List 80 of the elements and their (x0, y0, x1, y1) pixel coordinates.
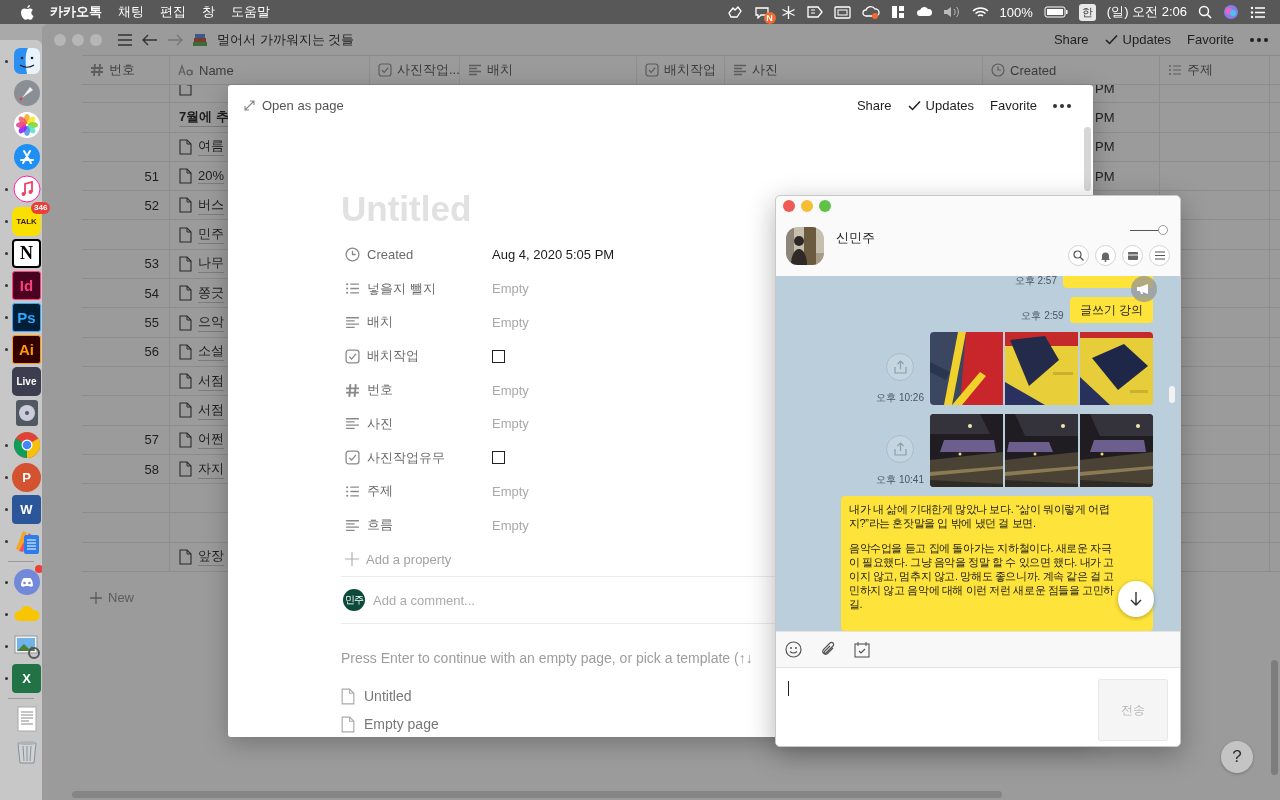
page-title[interactable]: 20% (198, 168, 225, 185)
header-action[interactable]: Favorite (1187, 32, 1234, 47)
table-cell: 54 (144, 285, 159, 301)
column-header[interactable]: 배치 (460, 56, 637, 84)
page-title[interactable]: 소설 (198, 342, 224, 362)
property-name[interactable]: 사진 (367, 414, 393, 433)
menu-item[interactable]: 편집 (160, 3, 186, 21)
input-source-indicator[interactable]: 한 (1078, 3, 1096, 21)
table-cell: 52 (144, 197, 159, 213)
property-name[interactable]: 주제 (367, 482, 393, 501)
table-cell: 57 (144, 432, 159, 448)
user-avatar: 민주 (343, 589, 365, 612)
table-cell: PM (1095, 109, 1115, 125)
page-title[interactable]: 쫑긋 (198, 283, 224, 303)
table-cell: 51 (144, 168, 159, 184)
page-title[interactable]: 으악 (198, 313, 224, 332)
page-title[interactable]: 나무 (198, 254, 224, 274)
column-header[interactable]: 사진 (725, 56, 983, 84)
message-time: 오후 2:57 (1014, 276, 1057, 288)
menu-item[interactable]: 도움말 (231, 3, 270, 21)
excel-app-tile[interactable]: X (12, 663, 41, 693)
template-option[interactable]: Empty page (341, 710, 439, 737)
page-title[interactable]: 서점 (198, 371, 224, 391)
header-action[interactable]: Share (1053, 32, 1089, 47)
column-header[interactable]: Name (170, 56, 370, 84)
header-action[interactable]: Share (856, 98, 892, 113)
message-time: 오후 10:26 (876, 391, 924, 405)
column-header[interactable]: 번호 (82, 56, 170, 84)
table-cell: 56 (144, 344, 159, 360)
indesign-app-tile[interactable]: Id (12, 270, 41, 300)
battery-percentage: 100% (999, 4, 1033, 20)
updates-button[interactable]: Updates (1104, 32, 1172, 47)
table-cell: 55 (144, 315, 159, 330)
property-value[interactable]: Aug 4, 2020 5:05 PM (492, 247, 615, 263)
page-title[interactable]: 앞장 (198, 547, 224, 567)
page-title[interactable]: 서점 (198, 400, 224, 420)
notion-app-tile[interactable]: N (12, 238, 41, 268)
template-hint: Press Enter to continue with an empty page, or pick a template (↑↓ (341, 650, 754, 667)
property-name[interactable]: Created (367, 247, 414, 263)
updates-button[interactable]: Updates (907, 98, 975, 113)
page-title[interactable]: 민주 (198, 225, 224, 245)
property-name[interactable]: 배치 (367, 313, 393, 332)
page-title[interactable]: 버스 (198, 195, 224, 215)
header-action[interactable]: Favorite (990, 98, 1037, 113)
notification-badge: N (763, 12, 776, 24)
photoshop-app-tile[interactable]: Ps (12, 302, 41, 332)
column-header[interactable]: Created (983, 56, 1160, 84)
clock[interactable]: (일) 오전 2:06 (1106, 3, 1187, 21)
unread-badge: 346 (31, 202, 51, 214)
powerpoint-app-tile[interactable]: P (12, 462, 41, 492)
column-header[interactable]: 배치작업 (637, 56, 725, 84)
open-as-page-button[interactable]: Open as page (244, 98, 344, 113)
property-name[interactable]: 넣을지 뺄지 (367, 279, 436, 298)
message-text: 글쓰기 강의 (1079, 303, 1143, 317)
message-time: 오후 10:41 (876, 473, 924, 487)
table-cell: PM (1095, 139, 1115, 155)
menu-item[interactable]: 창 (202, 3, 215, 21)
message-text: 음악수업을 듣고 집에 돌아가는 지하철이다. 새로운 자극이 필요했다. 그냥 음악을 정말 할 수 있으면 했다. 내가 고이지 않고, 멈추지 않고. 망해도 좋으니까. 계속 같은 걸 고민하지 않고 음악에 대해 이런 저런 새로운 점들을 고민하길. (849, 541, 1116, 611)
page-breadcrumb[interactable]: 멀어서 가까워지는 것들 (217, 30, 355, 49)
table-cell: 58 (144, 461, 159, 477)
column-header[interactable]: 사진작업... (370, 56, 460, 84)
template-option[interactable]: Untitled (341, 682, 412, 711)
property-name[interactable]: 배치작업 (367, 347, 419, 366)
chat-partner-name: 신민주 (836, 229, 875, 247)
message-text: 내가 내 삶에 기대한게 많았나 보다. “삶이 뭐이렇게 어렵지?”라는 혼잣말을 입 밖에 냈던 걸 보면. (849, 502, 1111, 530)
property-name[interactable]: 번호 (367, 381, 393, 400)
property-name[interactable]: 흐름 (367, 516, 393, 535)
page-title[interactable]: 어쩐 (198, 430, 224, 450)
page-title[interactable]: 여름 (198, 137, 224, 157)
illustrator-app-tile[interactable]: Ai (12, 334, 41, 364)
message-time: 오후 2:59 (1021, 309, 1064, 323)
app-name[interactable]: 카카오톡 (50, 3, 102, 21)
page-title[interactable]: 자지 (198, 459, 224, 479)
table-cell: 53 (144, 256, 159, 272)
live-app-tile[interactable]: Live (12, 366, 41, 396)
property-name[interactable]: 사진작업유무 (367, 448, 445, 467)
table-cell: PM (1095, 168, 1115, 184)
menu-item[interactable]: 채팅 (118, 3, 144, 21)
column-header[interactable]: 주제 (1160, 56, 1270, 84)
word-app-tile[interactable]: W (12, 494, 41, 524)
